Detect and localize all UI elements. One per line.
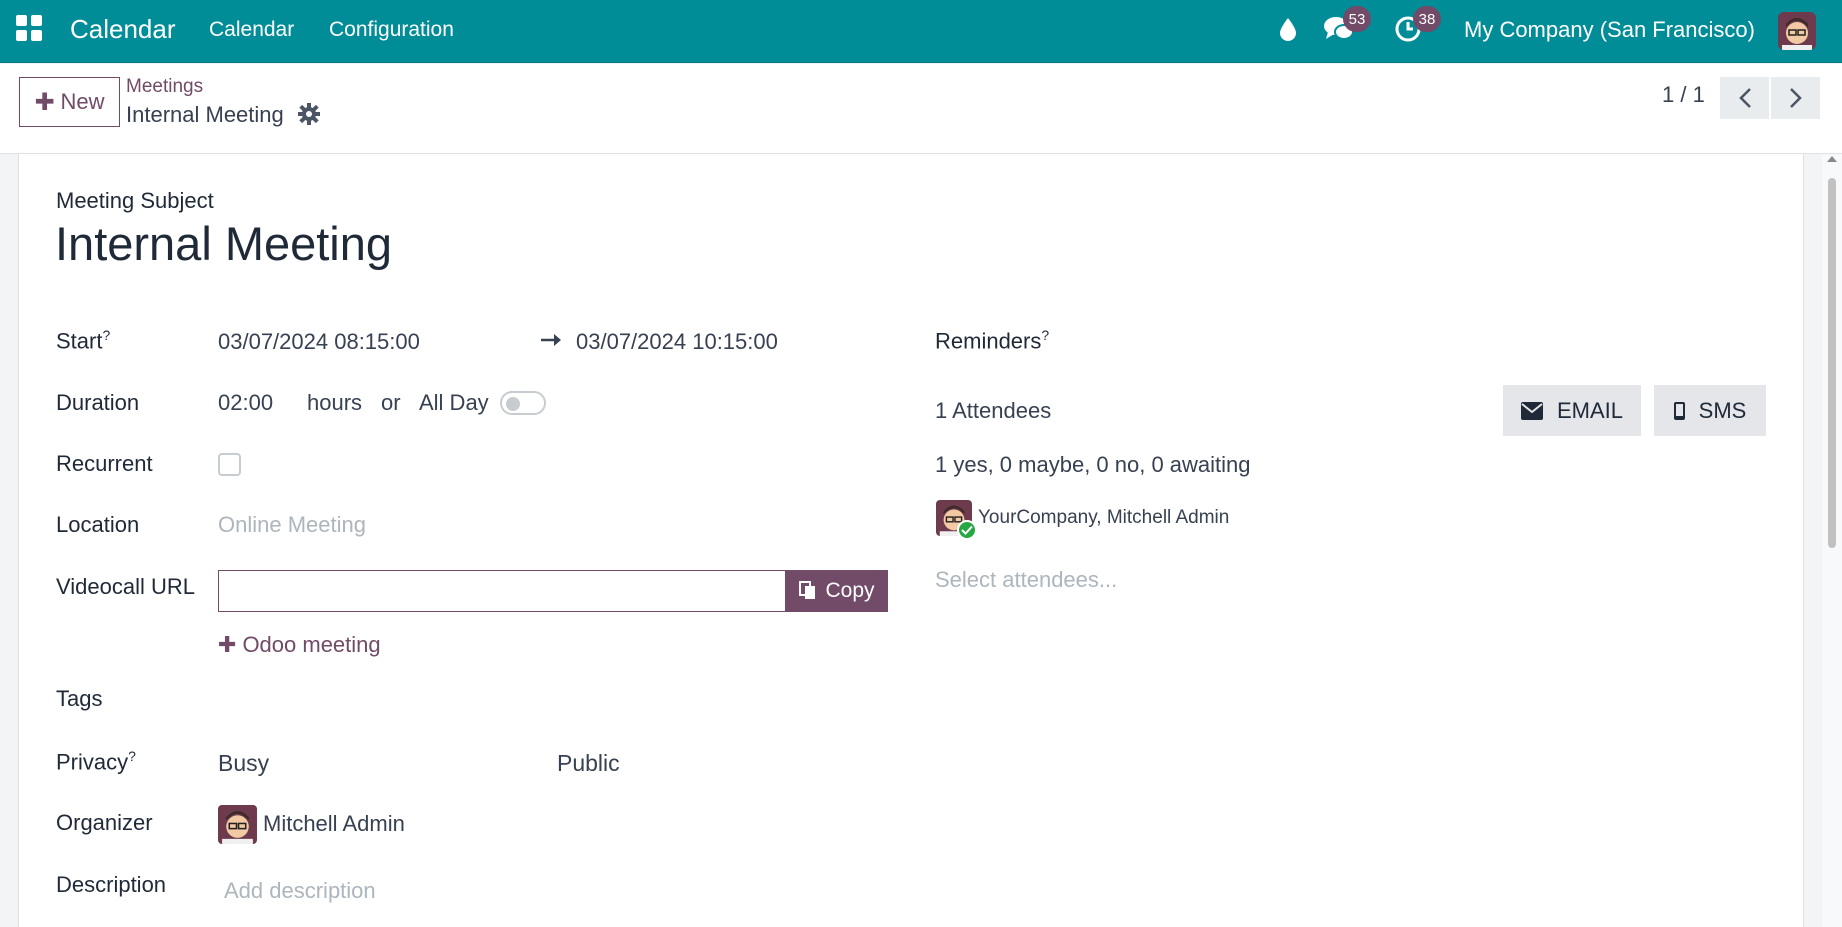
odoo-meeting-label: Odoo meeting [242, 632, 381, 657]
company-switcher[interactable]: My Company (San Francisco) [1464, 17, 1755, 43]
user-avatar[interactable] [1778, 12, 1816, 50]
chevron-right-icon [1789, 88, 1802, 108]
location-label: Location [56, 512, 140, 537]
activities-badge: 38 [1413, 6, 1441, 32]
pager-next-button[interactable] [1771, 77, 1820, 119]
reminders-input[interactable] [1070, 320, 1770, 360]
recurrent-label: Recurrent [56, 451, 153, 476]
gear-icon[interactable] [298, 103, 320, 125]
or-label: or [381, 390, 401, 415]
messages-badge: 53 [1343, 6, 1371, 32]
privacy-label: Privacy? [56, 748, 136, 775]
privacy-select[interactable]: Public [557, 750, 620, 777]
top-navbar: Calendar Calendar Configuration 53 38 My… [0, 0, 1842, 63]
app-title[interactable]: Calendar [70, 14, 176, 45]
menu-calendar[interactable]: Calendar [209, 18, 294, 42]
meeting-subject-input[interactable]: Internal Meeting [55, 216, 392, 271]
select-attendees-input[interactable]: Select attendees... [935, 567, 1117, 593]
breadcrumb-meetings[interactable]: Meetings [126, 76, 203, 98]
attendee-name[interactable]: YourCompany, Mitchell Admin [978, 507, 1229, 529]
organizer-label: Organizer [56, 810, 153, 835]
attendees-status-summary: 1 yes, 0 maybe, 0 no, 0 awaiting [935, 452, 1251, 477]
start-label: Start? [56, 327, 111, 354]
messages-icon[interactable]: 53 [1323, 6, 1371, 44]
help-tooltip[interactable]: ? [102, 327, 110, 343]
envelope-icon [1520, 401, 1543, 420]
copy-button[interactable]: Copy [786, 570, 888, 612]
copy-icon [799, 581, 816, 599]
description-input[interactable]: Add description [224, 878, 376, 904]
new-button[interactable]: ✚ New [19, 77, 120, 127]
help-tooltip[interactable]: ? [128, 748, 136, 764]
pager-value[interactable]: 1 / 1 [1662, 82, 1705, 108]
reminders-label: Reminders? [935, 327, 1050, 354]
drop-icon[interactable] [1276, 15, 1306, 45]
help-tooltip[interactable]: ? [1041, 327, 1049, 343]
sms-button[interactable]: SMS [1654, 385, 1766, 436]
tags-label: Tags [56, 686, 103, 711]
scrollbar-thumb[interactable] [1828, 178, 1836, 548]
email-button-label: EMAIL [1556, 397, 1624, 423]
hours-label: hours [307, 390, 363, 415]
new-button-label: New [60, 89, 105, 114]
videocall-url-input[interactable] [218, 570, 786, 612]
activities-clock-icon[interactable]: 38 [1393, 6, 1441, 44]
control-panel: ✚ New Meetings Internal Meeting 1 / 1 [0, 64, 1842, 154]
organizer-input[interactable]: Mitchell Admin [263, 811, 405, 837]
attendees-count: 1 Attendees [935, 398, 1052, 423]
show-as-select[interactable]: Busy [218, 750, 269, 777]
chevron-left-icon [1738, 88, 1751, 108]
accepted-check-icon [957, 520, 977, 540]
description-label: Description [56, 872, 167, 897]
arrow-right-icon [540, 332, 564, 353]
duration-input[interactable]: 02:00 [218, 390, 273, 416]
recurrent-checkbox[interactable] [218, 453, 241, 476]
menu-configuration[interactable]: Configuration [329, 18, 454, 42]
pager-previous-button[interactable] [1720, 77, 1769, 119]
tags-input[interactable] [218, 680, 786, 714]
sms-button-label: SMS [1698, 397, 1747, 423]
location-input[interactable]: Online Meeting [218, 512, 366, 538]
stop-datetime-input[interactable]: 03/07/2024 10:15:00 [576, 329, 778, 355]
breadcrumb-current: Internal Meeting [126, 102, 284, 127]
plus-icon: ✚ [34, 88, 55, 116]
start-datetime-input[interactable]: 03/07/2024 08:15:00 [218, 329, 420, 355]
copy-button-label: Copy [825, 579, 875, 602]
toggle-knob [506, 397, 520, 411]
odoo-meeting-link[interactable]: ✚ Odoo meeting [218, 632, 381, 658]
meeting-subject-label: Meeting Subject [56, 188, 214, 213]
organizer-avatar [218, 805, 257, 844]
allday-toggle[interactable] [500, 391, 546, 415]
vertical-scrollbar[interactable] [1822, 154, 1842, 927]
duration-label: Duration [56, 390, 140, 415]
mobile-phone-icon [1673, 401, 1685, 420]
scroll-up-arrow-icon[interactable] [1827, 156, 1837, 162]
allday-label: All Day [419, 390, 489, 415]
plus-icon: ✚ [218, 632, 237, 657]
videocall-url-label: Videocall URL [56, 574, 196, 599]
email-button[interactable]: EMAIL [1503, 385, 1641, 436]
apps-grid-icon[interactable] [16, 15, 42, 41]
